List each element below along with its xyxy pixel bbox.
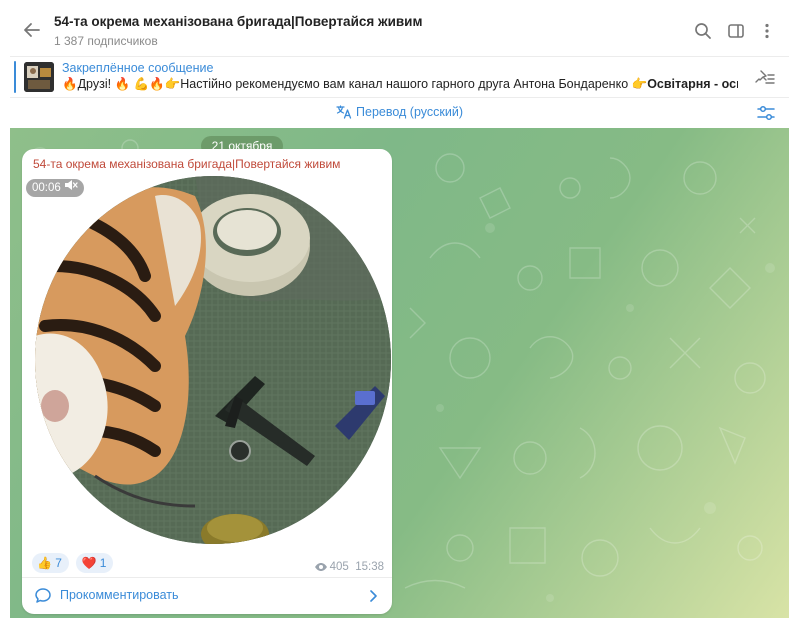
- subscriber-count: 1 387 подписчиков: [54, 34, 158, 48]
- comment-button[interactable]: Прокомментировать: [32, 585, 382, 607]
- pin-list-icon[interactable]: [755, 69, 775, 85]
- sidebar-toggle-icon[interactable]: [727, 22, 745, 40]
- message-author[interactable]: 54-та окрема механізована бригада|Поверт…: [33, 157, 340, 171]
- comment-icon: [35, 588, 51, 603]
- message-bubble[interactable]: 54-та окрема механізована бригада|Поверт…: [22, 149, 392, 614]
- translate-icon: [336, 105, 352, 119]
- back-arrow-icon[interactable]: [22, 20, 42, 40]
- video-duration: 00:06: [26, 179, 84, 197]
- translate-button[interactable]: Перевод (русский): [10, 105, 789, 119]
- comment-label: Прокомментировать: [60, 588, 179, 602]
- chat-area: 21 октября 54-та окрема механізована бри…: [10, 128, 789, 618]
- reaction-heart[interactable]: ❤️ 1: [76, 553, 114, 573]
- bubble-divider: [22, 577, 392, 578]
- more-menu-icon[interactable]: [758, 22, 776, 40]
- translate-settings-icon[interactable]: [757, 105, 775, 121]
- translate-label: Перевод (русский): [356, 105, 463, 119]
- chevron-right-icon: [370, 590, 377, 602]
- reaction-thumbs-up[interactable]: 👍 7: [32, 553, 69, 573]
- message-meta: 405 15:38: [314, 561, 384, 573]
- telegram-window: 54-та окрема механізована бригада|Поверт…: [10, 0, 789, 621]
- video-message[interactable]: [35, 176, 391, 544]
- view-count: 405: [329, 561, 349, 573]
- pinned-text: 🔥Друзі! 🔥 💪🔥👉Настійно рекомендуємо вам к…: [62, 77, 738, 91]
- message-time: 15:38: [355, 561, 384, 573]
- video-thumbnail: [35, 176, 391, 544]
- pinned-thumbnail: [24, 62, 54, 92]
- chat-header: 54-та окрема механізована бригада|Поверт…: [10, 0, 789, 57]
- muted-icon[interactable]: [64, 179, 78, 191]
- pinned-label: Закреплённое сообщение: [62, 61, 214, 75]
- search-icon[interactable]: [694, 22, 712, 40]
- translate-bar: Перевод (русский): [10, 98, 789, 128]
- channel-title[interactable]: 54-та окрема механізована бригада|Поверт…: [54, 14, 422, 29]
- pinned-indicator: [14, 61, 16, 93]
- views-eye-icon: [314, 563, 327, 571]
- reactions: 👍 7 ❤️ 1: [32, 553, 116, 575]
- pinned-message-bar[interactable]: Закреплённое сообщение 🔥Друзі! 🔥 💪🔥👉Наст…: [10, 57, 789, 98]
